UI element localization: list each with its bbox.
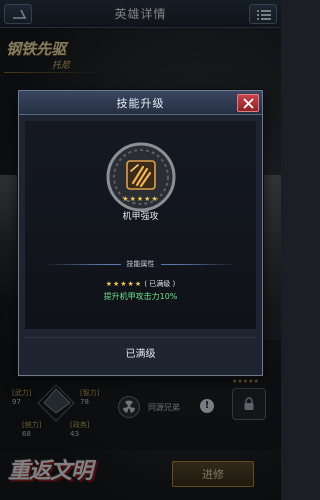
section-label: 技能属性: [25, 259, 256, 269]
attribute-level: ★★★★★ ( 已满级 ): [25, 279, 256, 289]
close-icon: [243, 98, 254, 109]
attribute-stars: ★★★★★: [105, 280, 143, 288]
close-button[interactable]: [237, 94, 259, 112]
skill-upgrade-dialog: 技能升级 ★★★★★ 机甲强攻 技能属性 ★★★★★ ( 已满级 ) 提升机甲攻: [18, 90, 263, 376]
attribute-description: 提升机甲攻击力10%: [103, 292, 178, 301]
dialog-title: 技能升级: [116, 96, 165, 110]
skill-name: 机甲强攻: [122, 212, 159, 222]
skill-level-stars: ★★★★★: [122, 195, 159, 203]
dialog-footer: 已满级: [25, 337, 256, 367]
section-label-text: 技能属性: [120, 260, 161, 268]
dialog-body: ★★★★★ 机甲强攻 技能属性 ★★★★★ ( 已满级 ) 提升机甲攻击力10%: [25, 121, 256, 329]
attribute-status: ( 已满级 ): [144, 280, 176, 288]
max-level-status: 已满级: [125, 349, 156, 360]
dialog-header: 技能升级: [19, 91, 262, 115]
